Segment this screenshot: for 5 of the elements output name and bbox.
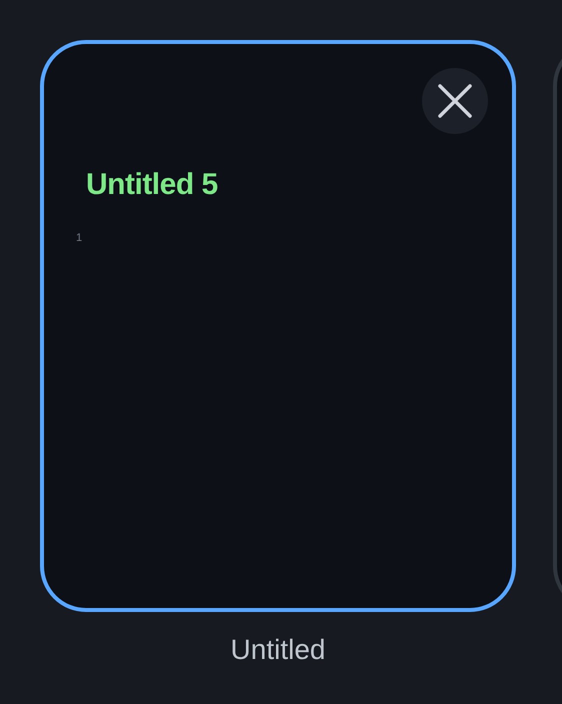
line-number: 1: [76, 232, 82, 244]
tab-card[interactable]: Untitled 5 1: [40, 40, 516, 612]
close-icon: [438, 84, 472, 118]
tab-caption: Untitled: [230, 634, 326, 666]
document-title: Untitled 5: [86, 168, 219, 202]
